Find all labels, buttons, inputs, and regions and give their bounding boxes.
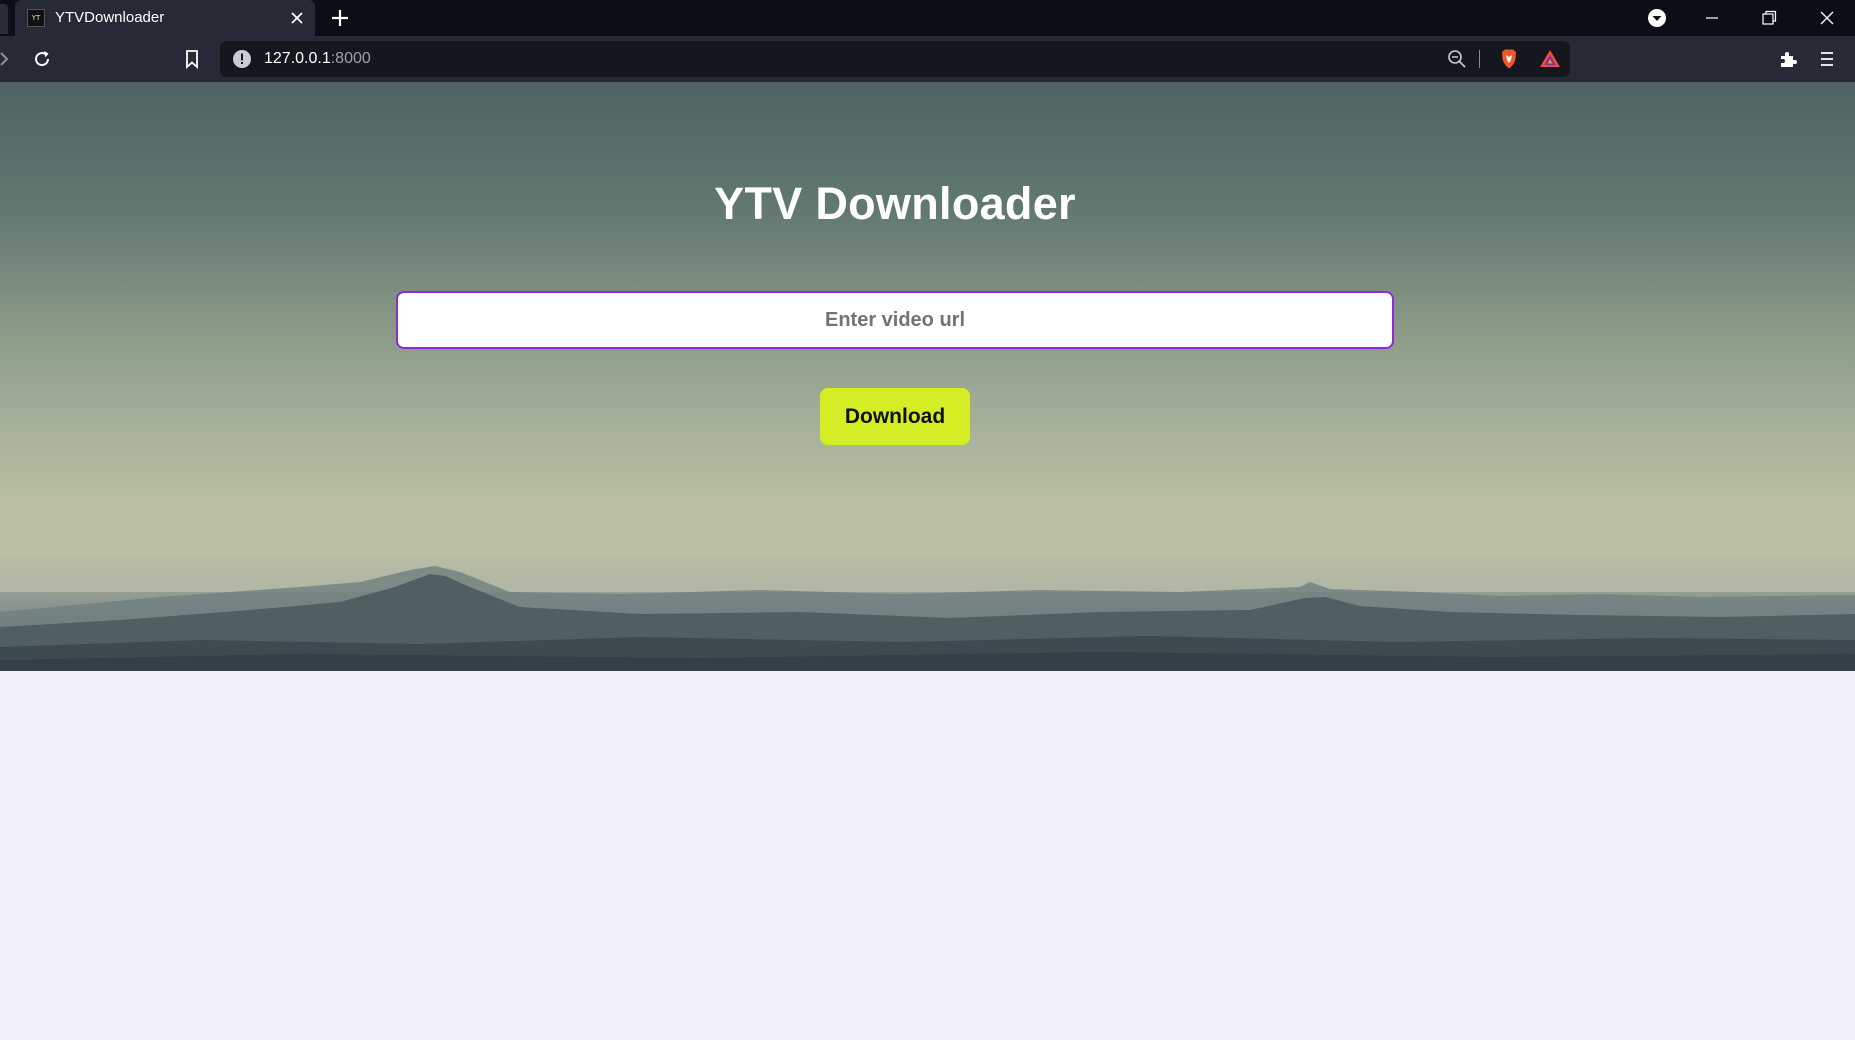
bookmark-icon[interactable]: [180, 47, 204, 71]
extensions-icon[interactable]: [1776, 47, 1800, 71]
close-icon[interactable]: [287, 8, 307, 28]
browser-tab[interactable]: YT YTVDownloader: [15, 0, 315, 36]
page-blank-area: [0, 671, 1855, 1040]
restore-icon[interactable]: [1757, 6, 1781, 30]
mountain-landscape-background: [0, 512, 1855, 671]
previous-tab-edge[interactable]: [0, 4, 8, 34]
address-bar-divider: [1479, 50, 1480, 68]
brave-shields-icon[interactable]: [1497, 47, 1521, 71]
tab-title: YTVDownloader: [55, 9, 165, 26]
menu-icon[interactable]: [1815, 47, 1839, 71]
zoom-out-icon[interactable]: [1446, 48, 1468, 70]
browser-toolbar: 127.0.0.1:8000: [0, 36, 1855, 82]
plus-icon[interactable]: [328, 6, 352, 30]
forward-icon[interactable]: [0, 47, 16, 71]
page-title: YTV Downloader: [714, 178, 1076, 229]
url-host: 127.0.0.1: [264, 50, 331, 67]
tab-strip: YT YTVDownloader: [0, 0, 1855, 36]
download-indicator-icon[interactable]: [1645, 6, 1669, 30]
info-icon[interactable]: [232, 49, 252, 69]
url-port: :8000: [330, 50, 371, 67]
address-bar[interactable]: 127.0.0.1:8000: [220, 41, 1570, 77]
window-close-icon[interactable]: [1815, 6, 1839, 30]
hero-section: YTV Downloader Download: [0, 82, 1855, 671]
reload-icon[interactable]: [30, 47, 54, 71]
download-button[interactable]: Download: [820, 388, 970, 445]
video-url-input[interactable]: [396, 291, 1394, 349]
brave-rewards-icon[interactable]: [1538, 47, 1562, 71]
address-url[interactable]: 127.0.0.1:8000: [264, 50, 371, 68]
minimize-icon[interactable]: [1700, 6, 1724, 30]
tab-favicon: YT: [27, 9, 45, 27]
